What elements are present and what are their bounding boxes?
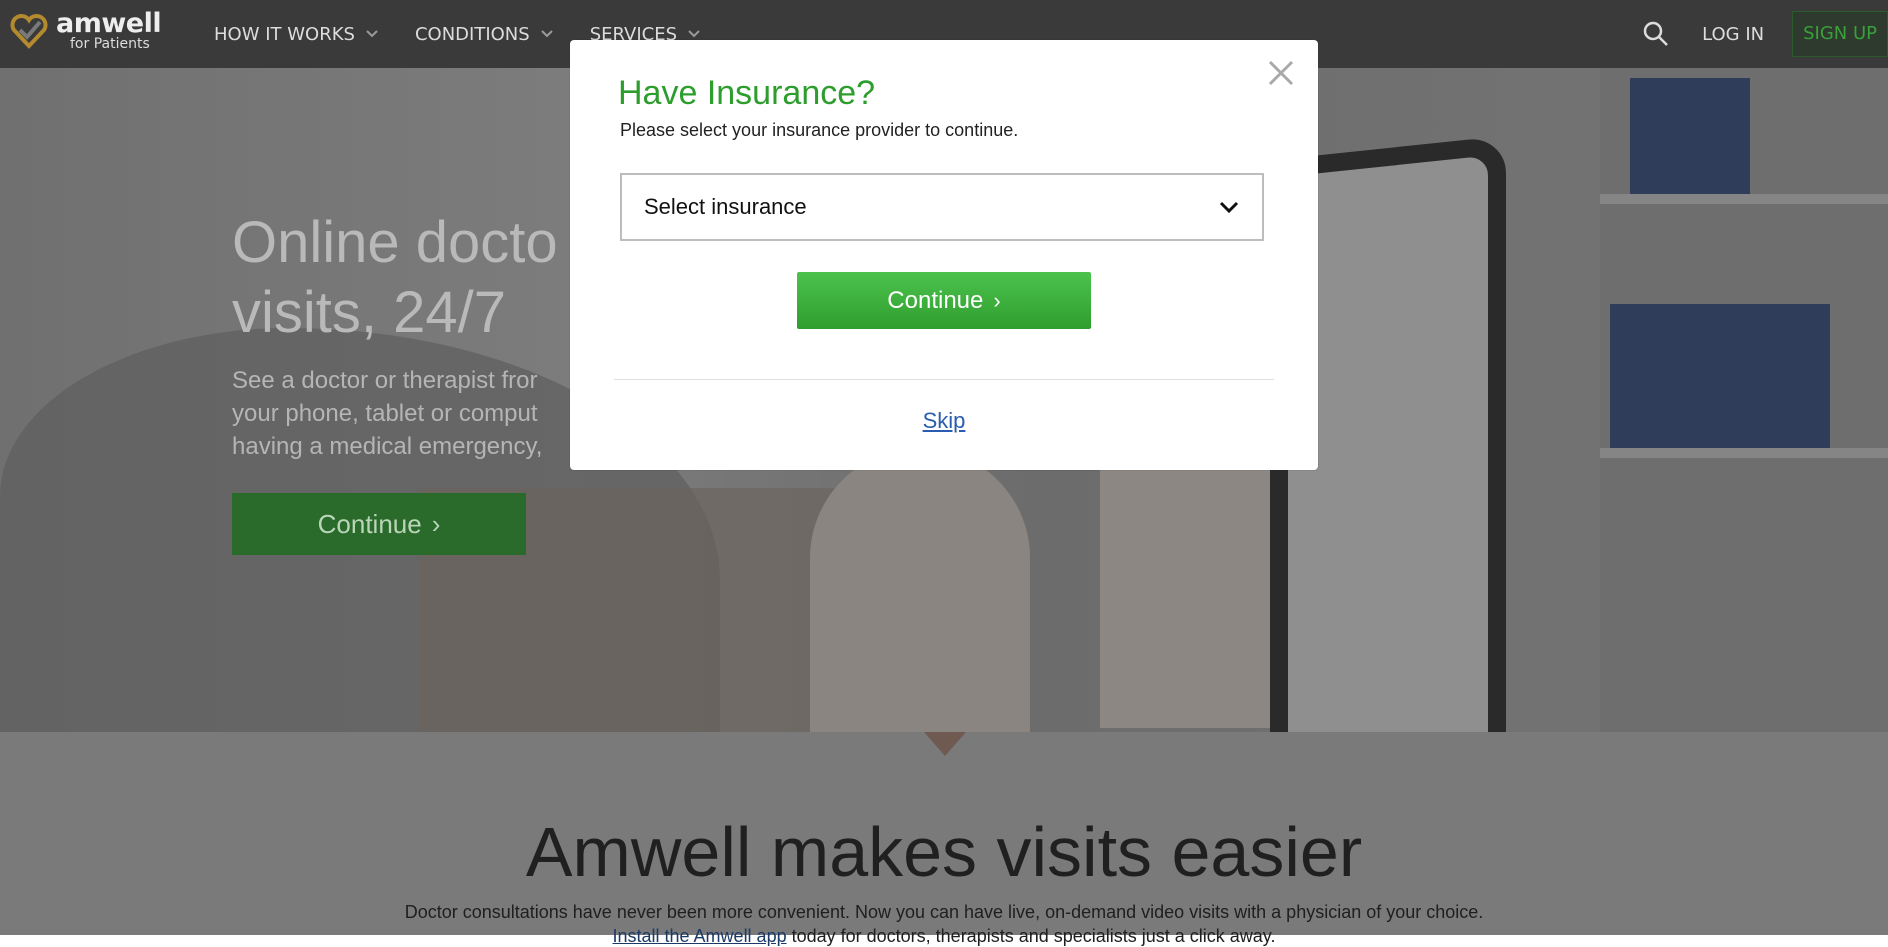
chevron-right-icon: › — [431, 508, 441, 539]
skip-link[interactable]: Skip — [570, 408, 1318, 434]
patient-image — [810, 448, 1030, 732]
books-image — [1630, 78, 1750, 194]
features-text-2: Install the Amwell app today for doctors… — [0, 926, 1888, 947]
hero-title: Online docto visits, 24/7 — [232, 208, 558, 348]
modal-continue-button[interactable]: Continue › — [797, 272, 1091, 329]
hero-title-line: visits, 24/7 — [232, 280, 506, 345]
search-icon[interactable] — [1642, 20, 1670, 48]
nav-label: CONDITIONS — [414, 23, 530, 45]
insurance-select[interactable]: Select insurance — [620, 173, 1264, 241]
insurance-select-value: Select insurance — [644, 194, 807, 219]
chevron-down-icon — [366, 30, 378, 38]
features-text-rest: today for doctors, therapists and specia… — [786, 926, 1276, 946]
chevron-down-icon — [688, 30, 700, 38]
insurance-modal: Have Insurance? Please select your insur… — [570, 40, 1318, 470]
modal-divider — [614, 379, 1274, 380]
nav-label: HOW IT WORKS — [214, 23, 355, 45]
books-image — [1610, 304, 1830, 448]
logo-text: amwell for Patients — [56, 8, 162, 52]
logo-name: amwell — [56, 8, 162, 39]
signup-button[interactable]: SIGN UP — [1792, 11, 1888, 57]
hero-title-line: Online docto — [232, 210, 558, 275]
chevron-down-icon — [1219, 201, 1239, 214]
install-app-link[interactable]: Install the Amwell app — [613, 926, 787, 946]
features-section: Amwell makes visits easier Doctor consul… — [0, 732, 1888, 946]
section-pointer — [924, 732, 966, 756]
features-text: Doctor consultations have never been mor… — [404, 902, 1484, 922]
hero-continue-button[interactable]: Continue › — [232, 493, 526, 555]
hero-continue-label: Continue — [317, 508, 422, 539]
login-link[interactable]: LOG IN — [1702, 24, 1764, 45]
shelf-line — [1600, 194, 1888, 204]
features-title: Amwell makes visits easier — [525, 813, 1363, 891]
modal-subtitle: Please select your insurance provider to… — [620, 120, 1019, 140]
amwell-logo[interactable]: amwell for Patients — [8, 8, 162, 60]
nav-how-it-works[interactable]: HOW IT WORKS — [214, 24, 379, 45]
close-icon[interactable] — [1266, 58, 1296, 88]
nav-conditions[interactable]: CONDITIONS — [415, 24, 554, 45]
modal-continue-label: Continue — [887, 286, 984, 314]
chevron-right-icon: › — [993, 287, 1001, 313]
chevron-down-icon — [540, 30, 553, 38]
shelf-line — [1600, 448, 1888, 458]
logo-heart-icon — [10, 14, 48, 49]
modal-title: Have Insurance? — [618, 74, 876, 112]
header-actions: LOG IN SIGN UP — [1642, 0, 1888, 68]
logo-subtitle: for Patients — [70, 36, 150, 52]
